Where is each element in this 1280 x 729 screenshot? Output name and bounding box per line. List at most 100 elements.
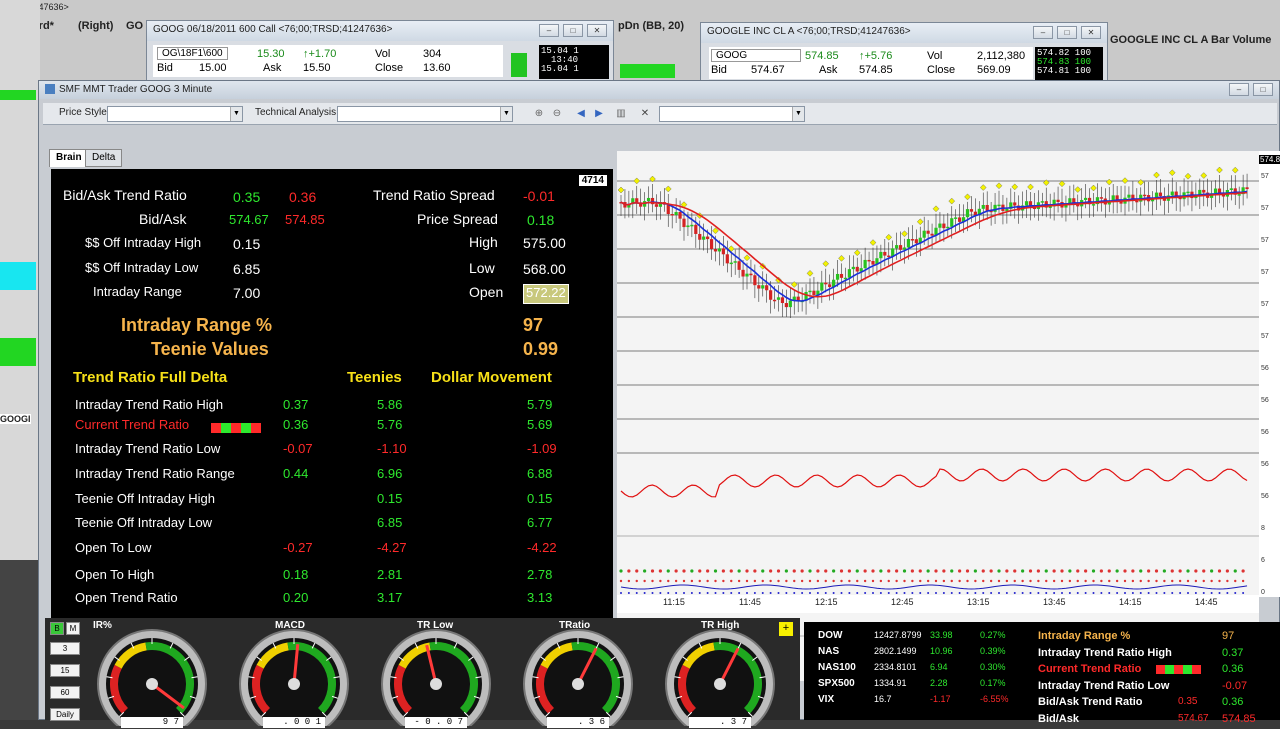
indicator-dot xyxy=(683,592,685,594)
price-spread-value: 0.18 xyxy=(527,212,555,228)
tab-brain[interactable]: Brain xyxy=(49,149,89,167)
delta-row-ratio: 0.44 xyxy=(283,466,309,481)
interval-button[interactable]: 3 xyxy=(50,642,80,655)
background-volume-bar xyxy=(620,64,675,78)
candle xyxy=(1170,191,1174,196)
candle xyxy=(847,269,851,278)
chart-icon[interactable]: ▥ xyxy=(613,107,629,121)
minimize-button[interactable]: – xyxy=(539,24,559,37)
indicator-dot xyxy=(808,569,812,573)
indicator-cell xyxy=(241,423,251,433)
minimize-button[interactable]: – xyxy=(1229,83,1249,96)
candle xyxy=(784,303,788,308)
indicator-dot xyxy=(1170,569,1174,573)
indicator-dot xyxy=(974,592,977,594)
mode-button-m[interactable]: M xyxy=(66,622,80,635)
close-button[interactable]: ✕ xyxy=(1081,26,1101,39)
candle xyxy=(721,248,725,255)
indicator-dot xyxy=(777,592,780,594)
interval-button[interactable]: 15 xyxy=(50,664,80,677)
indicator-dot xyxy=(706,592,709,594)
indicator-dot xyxy=(1218,579,1221,583)
indicator-dot xyxy=(927,592,930,594)
candle xyxy=(965,209,970,218)
open-value-field[interactable]: 572.22 xyxy=(523,284,569,304)
summary-value-secondary: 574.67 xyxy=(1178,712,1209,724)
mode-button-b[interactable]: B xyxy=(50,622,64,635)
indicator-cell xyxy=(211,423,221,433)
technical-analysis-dropdown[interactable]: ▼ xyxy=(337,106,513,122)
indicator-dot xyxy=(1021,579,1024,583)
chart-dropdown[interactable]: ▼ xyxy=(659,106,805,122)
indicator-dot xyxy=(1139,569,1143,573)
gauge: IR% 9 7 xyxy=(93,620,211,729)
bid-ask-trend-ratio-value: 0.36 xyxy=(289,189,317,205)
chevron-down-icon: ▼ xyxy=(230,107,242,121)
gauge-reading: 9 7 xyxy=(121,717,183,728)
indicator-dot xyxy=(651,579,654,583)
indicator-dot xyxy=(643,579,646,583)
chevron-down-icon: ▼ xyxy=(500,107,512,121)
zoom-in-icon[interactable]: ⊕ xyxy=(531,107,547,121)
indicator-dot xyxy=(1005,569,1009,573)
option-quote-window[interactable]: GOOG 06/18/2011 600 Call <76;00;TRSD;412… xyxy=(146,20,614,82)
add-gauge-button[interactable]: + xyxy=(779,622,793,636)
close-button[interactable]: ✕ xyxy=(587,24,607,37)
price-tick: 57 xyxy=(1261,301,1269,308)
symbol-field[interactable]: GOOG xyxy=(711,49,801,62)
indicator-dot xyxy=(721,569,725,573)
candle xyxy=(958,217,962,222)
stock-quote-window[interactable]: GOOGLE INC CL A <76;00;TRSD;41247636> – □… xyxy=(700,22,1108,84)
gauge: TR Low - 0 . 0 7 xyxy=(377,620,495,729)
indicator-dot xyxy=(1162,569,1166,573)
maximize-button[interactable]: □ xyxy=(563,24,583,37)
vol-value: 304 xyxy=(423,48,442,60)
symbol-field[interactable]: OG\18F1\600 xyxy=(157,47,228,60)
high-value: 575.00 xyxy=(523,235,566,251)
gauge-dial xyxy=(665,629,775,729)
indicator-dot xyxy=(635,579,638,583)
indicator-dot xyxy=(871,569,875,573)
maximize-button[interactable]: □ xyxy=(1057,26,1077,39)
indicator-dot xyxy=(1076,592,1079,594)
background-label: GO xyxy=(126,20,144,32)
minimize-button[interactable]: – xyxy=(1033,26,1053,39)
indicator-dot xyxy=(1233,569,1237,573)
price-style-dropdown[interactable]: ▼ xyxy=(107,106,243,122)
close-icon[interactable]: ✕ xyxy=(637,107,653,121)
indicator-dot xyxy=(643,569,647,573)
delta-row-teenies: -4.27 xyxy=(377,540,407,555)
time-tick: 11:45 xyxy=(739,597,761,607)
delta-row-teenies: 3.17 xyxy=(377,590,403,605)
off-low-label: $$ Off Intraday Low xyxy=(85,260,199,275)
scroll-right-icon[interactable]: ▶ xyxy=(591,107,607,121)
indicator-dot xyxy=(1045,592,1048,594)
indicator-dot xyxy=(1060,579,1064,583)
trend-ratio-spread-value: -0.01 xyxy=(523,188,555,204)
indicator-dot xyxy=(667,579,670,583)
bid-value: 574.67 xyxy=(751,64,785,76)
tab-delta[interactable]: Delta xyxy=(85,149,123,167)
candle xyxy=(835,273,840,280)
delta-row-label: Intraday Trend Ratio Range xyxy=(75,466,235,481)
gauge-hub xyxy=(288,678,300,690)
candle xyxy=(1024,201,1029,206)
scroll-left-icon[interactable]: ◀ xyxy=(573,107,589,121)
maximize-button[interactable]: □ xyxy=(1253,83,1273,96)
indicator-dot xyxy=(690,569,694,573)
indicator-dot xyxy=(973,569,977,573)
indicator-dot xyxy=(698,592,701,594)
bid-value: 574.67 xyxy=(229,212,269,227)
indicator-dot xyxy=(950,579,953,583)
indicator-dot xyxy=(926,579,930,583)
candle xyxy=(709,239,714,250)
indicator-dot xyxy=(1091,569,1096,573)
candle xyxy=(725,254,729,264)
indicator-dot xyxy=(619,569,623,573)
interval-button[interactable]: 60 xyxy=(50,686,80,699)
interval-button[interactable]: Daily xyxy=(50,708,80,721)
index-value: 16.7 xyxy=(874,694,892,704)
indicator-dot xyxy=(706,579,709,583)
gauge-hub xyxy=(714,678,726,690)
zoom-out-icon[interactable]: ⊖ xyxy=(549,107,565,121)
